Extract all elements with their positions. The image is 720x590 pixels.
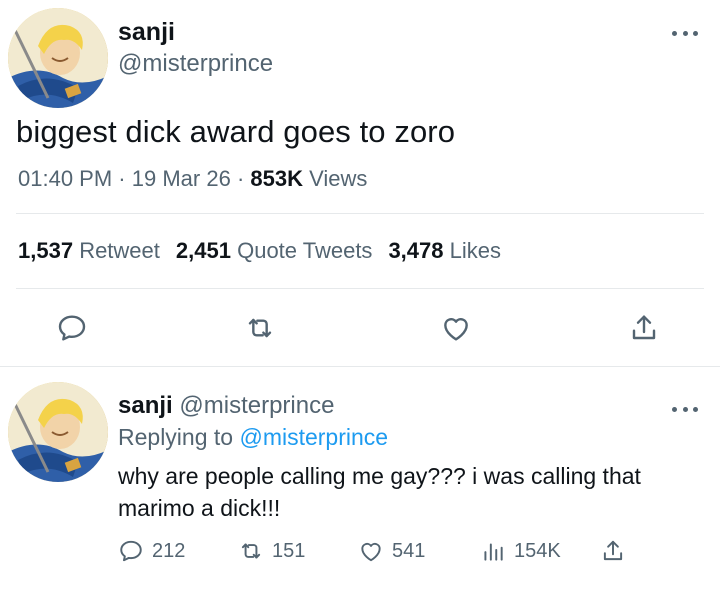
reply-handle[interactable]: @misterprince	[179, 392, 334, 419]
reply-text: why are people calling me gay??? i was c…	[118, 463, 641, 521]
reply-header: sanji @misterprince	[118, 392, 334, 420]
reply-display-name[interactable]: sanji	[118, 392, 173, 419]
retweet-button[interactable]: 151	[238, 538, 305, 564]
views-count: 853K	[250, 166, 303, 191]
heart-icon[interactable]	[440, 312, 472, 344]
more-icon[interactable]	[672, 26, 698, 40]
share-icon	[603, 540, 623, 561]
likes-stat[interactable]: 3,478 Likes	[388, 238, 501, 263]
meta-separator: ·	[236, 166, 251, 191]
retweets-stat[interactable]: 1,537 Retweet	[18, 238, 160, 263]
display-name[interactable]: sanji	[118, 18, 175, 47]
retweet-icon	[241, 543, 261, 559]
reply-icon	[120, 540, 142, 562]
avatar[interactable]	[8, 8, 108, 108]
views-button[interactable]: 154K	[480, 538, 561, 564]
meta-separator: ·	[118, 166, 132, 191]
reply-avatar[interactable]	[8, 382, 108, 482]
tweet-time[interactable]: 01:40 PM	[18, 166, 112, 191]
tweet-date[interactable]: 19 Mar 26	[132, 166, 231, 191]
views-label: Views	[309, 166, 368, 191]
reply-icon[interactable]	[56, 312, 88, 344]
replying-mention[interactable]: @misterprince	[239, 424, 388, 450]
tweet-meta: 01:40 PM · 19 Mar 26 · 853K Views	[18, 166, 367, 192]
quotes-stat[interactable]: 2,451 Quote Tweets	[176, 238, 373, 263]
views-count: 154K	[514, 539, 561, 562]
more-icon[interactable]	[672, 402, 698, 416]
divider	[16, 213, 704, 214]
views-icon	[484, 543, 503, 561]
avatar-image	[8, 8, 108, 108]
retweet-count: 151	[272, 539, 306, 562]
tweet-stats: 1,537 Retweet 2,451 Quote Tweets 3,478 Lik…	[18, 238, 501, 264]
retweet-icon[interactable]	[244, 312, 276, 344]
heart-icon	[361, 542, 381, 562]
avatar-image	[8, 382, 108, 482]
replying-label: Replying to	[118, 424, 234, 450]
share-button[interactable]	[600, 538, 626, 564]
handle[interactable]: @misterprince	[118, 50, 273, 78]
share-icon[interactable]	[628, 312, 660, 344]
reply-button[interactable]: 212	[118, 538, 185, 564]
tweet-text: biggest dick award goes to zoro	[16, 114, 456, 149]
like-count: 541	[392, 539, 426, 562]
divider	[0, 366, 720, 367]
divider	[16, 288, 704, 289]
reply-count: 212	[152, 539, 186, 562]
like-button[interactable]: 541	[358, 538, 425, 564]
replying-to: Replying to @misterprince	[118, 424, 388, 451]
